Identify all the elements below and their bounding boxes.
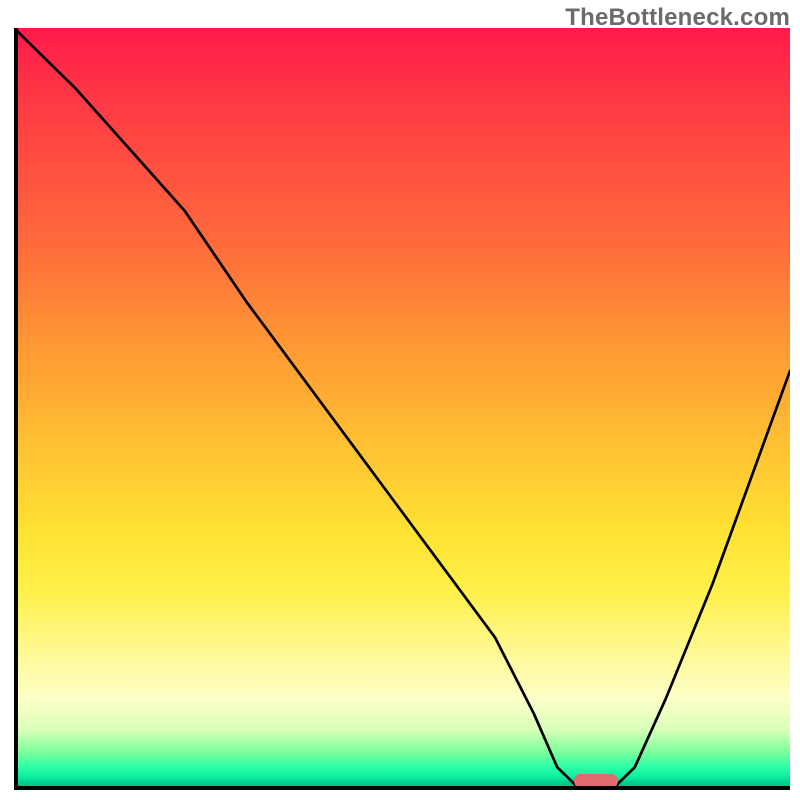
optimal-point-marker	[574, 774, 618, 788]
chart-container: TheBottleneck.com	[0, 0, 800, 800]
watermark-text: TheBottleneck.com	[565, 4, 790, 32]
bottleneck-curve	[14, 28, 790, 790]
plot-area	[14, 28, 790, 790]
curve-path	[14, 28, 790, 790]
